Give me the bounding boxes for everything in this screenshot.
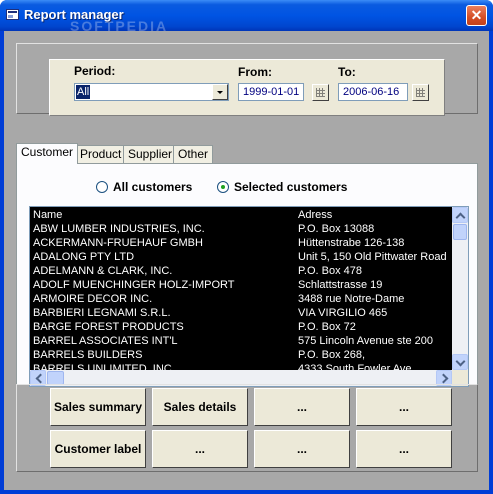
tab-product[interactable]: Product xyxy=(75,145,127,163)
from-label: From: xyxy=(238,65,272,79)
report-button-2-3[interactable]: ... xyxy=(254,430,350,468)
app-form-icon[interactable] xyxy=(6,9,19,20)
list-item[interactable]: BARRELS UNLIMITED, INC. 4333 South Fowler… xyxy=(30,362,452,370)
customer-address: Schlattstrasse 19 xyxy=(298,279,383,291)
selected-customers-label[interactable]: Selected customers xyxy=(234,180,347,194)
customer-label-button[interactable]: Customer label xyxy=(50,430,146,468)
list-item[interactable]: BARRELS BUILDERS P.O. Box 268, xyxy=(30,348,452,362)
customer-address: P.O. Box 268, xyxy=(298,349,366,361)
all-customers-radio[interactable] xyxy=(96,181,108,193)
period-value: All xyxy=(76,85,91,99)
scroll-down-icon[interactable] xyxy=(452,354,468,370)
customer-name: ADOLF MUENCHINGER HOLZ-IMPORT xyxy=(33,279,235,291)
report-manager-window: Report manager SOFTPEDIA ✕ Period: All F… xyxy=(0,0,493,494)
customer-address: 4333 South Fowler Ave xyxy=(298,363,412,370)
list-item[interactable]: ADALONG PTY LTD Unit 5, 150 Old Pittwater… xyxy=(30,250,452,264)
customer-name: ADALONG PTY LTD xyxy=(33,251,135,263)
customer-address: 3488 rue Notre-Dame xyxy=(298,293,405,305)
sales-summary-button[interactable]: Sales summary xyxy=(50,388,146,426)
customer-list[interactable]: Name Adress ABW LUMBER INDUSTRIES, INC. P… xyxy=(29,206,469,387)
tab-customer[interactable]: Customer xyxy=(16,143,79,164)
list-item[interactable]: ARMOIRE DECOR INC. 3488 rue Notre-Dame xyxy=(30,292,452,306)
customer-name: BARREL ASSOCIATES INT'L xyxy=(33,335,178,347)
customer-address: 575 Lincoln Avenue ste 200 xyxy=(298,335,433,347)
customer-address: Hüttenstrabe 126-138 xyxy=(298,237,405,249)
filter-box: Period: All From: 1999-01-01 To: 2006-06… xyxy=(49,59,445,116)
horizontal-scroll-thumb[interactable] xyxy=(47,371,64,385)
report-button-2-4[interactable]: ... xyxy=(356,430,452,468)
customer-name: BARGE FOREST PRODUCTS xyxy=(33,321,184,333)
customer-list-body: Name Adress ABW LUMBER INDUSTRIES, INC. P… xyxy=(30,207,452,370)
list-item[interactable]: ACKERMANN-FRUEHAUF GMBH Hüttenstrabe 126-… xyxy=(30,236,452,250)
customer-address: P.O. Box 478 xyxy=(298,265,363,277)
scroll-up-icon[interactable] xyxy=(452,207,468,223)
customer-name: ARMOIRE DECOR INC. xyxy=(33,293,153,305)
customer-name: BARRELS BUILDERS xyxy=(33,349,143,361)
column-header-adress[interactable]: Adress xyxy=(298,208,332,222)
period-label: Period: xyxy=(74,64,116,78)
list-item[interactable]: BARGE FOREST PRODUCTS P.O. Box 72 xyxy=(30,320,452,334)
client-area: Period: All From: 1999-01-01 To: 2006-06… xyxy=(4,31,489,490)
customer-name: BARBIERI LEGNAMI S.R.L. xyxy=(33,307,171,319)
customer-address: Unit 5, 150 Old Pittwater Road xyxy=(298,251,447,263)
customer-address: P.O. Box 72 xyxy=(298,321,356,333)
customer-name: ABW LUMBER INDUSTRIES, INC. xyxy=(33,223,205,235)
to-date-field[interactable]: 2006-06-16 xyxy=(338,83,408,101)
customer-name: ACKERMANN-FRUEHAUF GMBH xyxy=(33,237,203,249)
list-item[interactable]: BARREL ASSOCIATES INT'L 575 Lincoln Avenu… xyxy=(30,334,452,348)
selected-customers-radio[interactable] xyxy=(217,181,229,193)
tab-supplier[interactable]: Supplier xyxy=(123,145,178,163)
from-date-field[interactable]: 1999-01-01 xyxy=(238,83,304,101)
vertical-scroll-thumb[interactable] xyxy=(453,224,467,240)
report-button-1-4[interactable]: ... xyxy=(356,388,452,426)
customer-name: ADELMANN & CLARK, INC. xyxy=(33,265,173,277)
from-calendar-icon[interactable] xyxy=(312,84,329,101)
all-customers-label[interactable]: All customers xyxy=(113,180,192,194)
customer-name: BARRELS UNLIMITED, INC. xyxy=(33,363,175,370)
list-item[interactable]: ADOLF MUENCHINGER HOLZ-IMPORT Schlattstra… xyxy=(30,278,452,292)
chevron-down-icon[interactable] xyxy=(212,84,228,100)
title-bar[interactable]: Report manager SOFTPEDIA ✕ xyxy=(0,0,493,34)
to-label: To: xyxy=(338,65,356,79)
list-item[interactable]: BARBIERI LEGNAMI S.R.L. VIA VIRGILIO 465 xyxy=(30,306,452,320)
close-button[interactable]: ✕ xyxy=(466,5,487,26)
list-item[interactable]: ADELMANN & CLARK, INC. P.O. Box 478 xyxy=(30,264,452,278)
tab-other[interactable]: Other xyxy=(173,145,214,163)
report-button-1-3[interactable]: ... xyxy=(254,388,350,426)
vertical-scrollbar[interactable] xyxy=(452,207,468,370)
customer-tab-panel: All customers Selected customers Name Ad… xyxy=(16,163,478,387)
report-buttons-panel: Sales summary Sales details ... ... Cust… xyxy=(16,384,478,472)
sales-details-button[interactable]: Sales details xyxy=(152,388,248,426)
customer-address: P.O. Box 13088 xyxy=(298,223,375,235)
period-combobox[interactable]: All xyxy=(74,83,229,101)
report-button-2-2[interactable]: ... xyxy=(152,430,248,468)
list-item[interactable]: ABW LUMBER INDUSTRIES, INC. P.O. Box 1308… xyxy=(30,222,452,236)
list-header: Name Adress xyxy=(30,208,452,222)
customer-address: VIA VIRGILIO 465 xyxy=(298,307,388,319)
to-calendar-icon[interactable] xyxy=(412,84,429,101)
column-header-name[interactable]: Name xyxy=(33,208,62,222)
filter-panel: Period: All From: 1999-01-01 To: 2006-06… xyxy=(16,43,478,116)
